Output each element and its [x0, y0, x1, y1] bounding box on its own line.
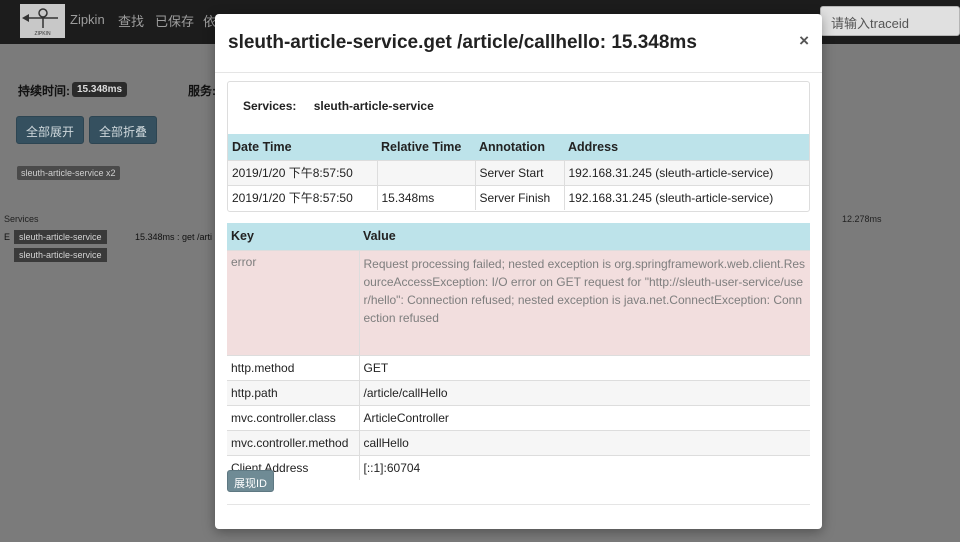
- tag-key-cell: mvc.controller.class: [227, 404, 360, 430]
- tag-value-cell: ArticleController: [359, 404, 810, 430]
- date-time-cell: 2019/1/20 下午8:57:50: [228, 159, 378, 185]
- table-row: 2019/1/20 下午8:57:50 Server Start 192.168…: [228, 159, 809, 185]
- tags-table: Key Value error Request processing faile…: [227, 223, 810, 480]
- services-label: 服务:: [188, 84, 216, 98]
- duration-badge: 15.348ms: [72, 82, 128, 97]
- nav-link-saved[interactable]: 已保存: [155, 11, 194, 30]
- tag-key-cell: http.path: [227, 379, 360, 405]
- collapse-all-button[interactable]: 全部折叠: [89, 116, 158, 144]
- duration-label: 持续时间:: [18, 84, 70, 98]
- table-row: mvc.controller.class ArticleController: [227, 404, 810, 430]
- column-header: Date Time: [228, 134, 377, 160]
- table-row: http.path /article/callHello: [227, 379, 810, 405]
- services-label: Services:: [243, 99, 297, 113]
- tag-value-cell: GET: [359, 354, 810, 380]
- header-divider: [215, 72, 822, 73]
- show-ids-button[interactable]: 展现ID: [227, 470, 274, 492]
- annotations-table: Date Time Relative Time Annotation Addre…: [228, 134, 809, 210]
- annotations-header-row: Date Time Relative Time Annotation Addre…: [228, 134, 809, 160]
- column-header: Key: [227, 223, 359, 250]
- services-panel: Services: sleuth-article-service Date Ti…: [227, 81, 810, 212]
- close-icon[interactable]: ×: [799, 31, 809, 51]
- tag-value-cell: callHello: [359, 429, 810, 455]
- tag-value-cell: Request processing failed; nested except…: [359, 249, 810, 355]
- tags-header-row: Key Value: [227, 223, 810, 250]
- service-filter-tag[interactable]: sleuth-article-service x2: [17, 166, 120, 180]
- span-duration-label[interactable]: 15.348ms : get /arti: [135, 232, 212, 242]
- column-header: Value: [359, 223, 810, 250]
- tree-expand-toggle[interactable]: E: [4, 232, 10, 242]
- date-time-cell: 2019/1/20 下午8:57:50: [228, 184, 378, 210]
- span-detail-modal: sleuth-article-service.get /article/call…: [215, 14, 822, 529]
- services-line: Services: sleuth-article-service: [243, 99, 434, 113]
- tag-key-cell: http.method: [227, 354, 360, 380]
- address-cell: 192.168.31.245 (sleuth-article-service): [564, 184, 809, 210]
- services-column-header: Services: [4, 214, 39, 224]
- svg-text:ZIPKIN: ZIPKIN: [34, 31, 51, 37]
- brand-name[interactable]: Zipkin: [70, 12, 105, 27]
- relative-time-cell: [377, 159, 476, 185]
- tag-key-cell: mvc.controller.method: [227, 429, 360, 455]
- table-row: Client Address [::1]:60704: [227, 454, 810, 480]
- modal-title: sleuth-article-service.get /article/call…: [228, 32, 697, 53]
- nav-link-find[interactable]: 查找: [118, 11, 144, 30]
- span-service-label[interactable]: sleuth-article-service: [14, 230, 107, 244]
- table-row: 2019/1/20 下午8:57:50 15.348ms Server Fini…: [228, 184, 809, 210]
- services-value: sleuth-article-service: [313, 99, 434, 113]
- table-row: http.method GET: [227, 354, 810, 380]
- tag-key-cell: error: [227, 249, 360, 355]
- tag-value-cell: /article/callHello: [359, 379, 810, 405]
- span-service-label[interactable]: sleuth-article-service: [14, 248, 107, 262]
- expand-all-button[interactable]: 全部展开: [16, 116, 85, 144]
- table-row: mvc.controller.method callHello: [227, 429, 810, 455]
- timeline-duration-tick: 12.278ms: [842, 214, 882, 224]
- annotation-cell: Server Finish: [475, 184, 565, 210]
- footer-divider: [227, 504, 810, 505]
- address-cell: 192.168.31.245 (sleuth-article-service): [564, 159, 809, 185]
- column-header: Annotation: [475, 134, 564, 160]
- annotation-cell: Server Start: [475, 159, 565, 185]
- zipkin-logo[interactable]: ZIPKIN: [20, 4, 65, 38]
- relative-time-cell: 15.348ms: [377, 184, 476, 210]
- column-header: Relative Time: [377, 134, 475, 160]
- column-header: Address: [564, 134, 809, 160]
- table-row-error: error Request processing failed; nested …: [227, 249, 810, 355]
- traceid-search-input[interactable]: 请输入traceid: [820, 6, 960, 36]
- tag-value-cell: [::1]:60704: [359, 454, 810, 480]
